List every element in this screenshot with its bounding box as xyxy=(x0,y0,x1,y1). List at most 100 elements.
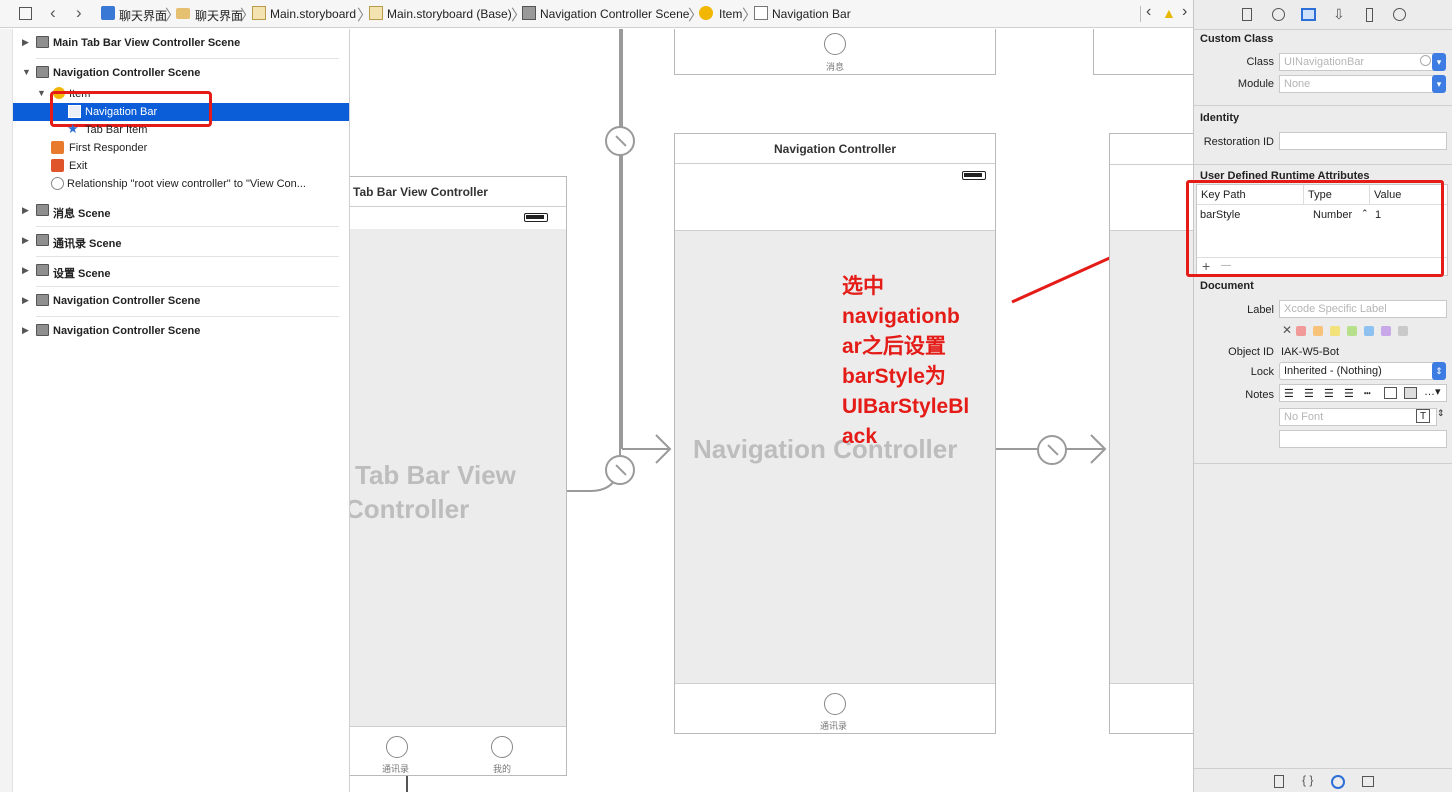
segue-icon[interactable] xyxy=(605,126,635,156)
connections-inspector-icon[interactable] xyxy=(1393,8,1406,21)
disclosure-right-icon[interactable]: ▶ xyxy=(22,325,29,336)
restoration-id-field[interactable] xyxy=(1279,132,1447,150)
align-right-icon[interactable]: ☰ xyxy=(1324,387,1334,400)
scene-watermark: Tab Bar View xyxy=(355,460,516,490)
identity-inspector-icon[interactable] xyxy=(1301,8,1316,21)
media-library-icon[interactable] xyxy=(1362,776,1374,787)
size-inspector-icon[interactable] xyxy=(1366,8,1373,22)
outline-row-nav-controller-scene[interactable]: ▼ Navigation Controller Scene xyxy=(13,64,349,82)
breadcrumb-storyboard-base[interactable]: Main.storyboard (Base) xyxy=(387,7,512,21)
annotation-line: barStyle为 xyxy=(842,365,946,388)
file-inspector-icon[interactable] xyxy=(1242,8,1252,21)
breadcrumb-scene[interactable]: Navigation Controller Scene xyxy=(540,7,689,21)
outline-label: Main Tab Bar View Controller Scene xyxy=(53,37,241,49)
chevron-right-icon[interactable]: › xyxy=(1182,3,1187,21)
partial-scene-right[interactable] xyxy=(1109,133,1193,734)
disclosure-right-icon[interactable]: ▶ xyxy=(22,295,29,306)
arrow-circle-icon[interactable] xyxy=(1420,55,1431,66)
outline-row-nav-controller-scene-2[interactable]: ▶ Navigation Controller Scene xyxy=(13,292,349,310)
back-icon[interactable]: ‹ xyxy=(50,3,56,23)
color-swatch-yellow[interactable] xyxy=(1330,326,1340,336)
disclosure-right-icon[interactable]: ▶ xyxy=(22,235,29,246)
project-icon xyxy=(101,6,115,20)
notes-text-area[interactable] xyxy=(1279,430,1447,448)
folder-icon xyxy=(176,8,190,19)
forward-icon[interactable]: › xyxy=(76,3,82,23)
file-template-icon[interactable] xyxy=(1274,775,1284,788)
class-field[interactable]: UINavigationBar xyxy=(1279,53,1437,71)
object-library-icon[interactable] xyxy=(1331,775,1345,789)
chevron-down-icon[interactable]: ▾ xyxy=(1432,75,1446,93)
font-icon[interactable]: T xyxy=(1416,409,1430,423)
notes-toolbar: ☰ ☰ ☰ ☰ ┅ …▾ xyxy=(1279,384,1447,402)
storyboard-canvas[interactable]: 消息 Tab Bar View Controller Tab Bar View … xyxy=(350,29,1193,792)
navigation-controller-scene[interactable]: Navigation Controller Navigation Control… xyxy=(674,133,996,734)
align-left-icon[interactable]: ☰ xyxy=(1284,387,1294,400)
justify-icon[interactable]: ☰ xyxy=(1344,387,1354,400)
segue-icon[interactable] xyxy=(605,455,635,485)
natural-align-icon[interactable]: ┅ xyxy=(1364,387,1371,400)
disclosure-right-icon[interactable]: ▶ xyxy=(22,37,29,48)
divider xyxy=(675,683,995,684)
breadcrumb-item[interactable]: Item xyxy=(719,7,742,21)
disclosure-down-icon[interactable]: ▼ xyxy=(22,67,31,77)
storyboard-file-icon xyxy=(252,6,266,20)
outline-row-settings-scene[interactable]: ▶ 设置 Scene xyxy=(13,262,349,280)
breadcrumb-storyboard[interactable]: Main.storyboard xyxy=(270,7,356,21)
tab-label: 我的 xyxy=(493,764,512,774)
outline-row-messages-scene[interactable]: ▶ 消息 Scene xyxy=(13,202,349,220)
annotation-line: UIBarStyleBl xyxy=(842,395,970,418)
tab-label: 通讯录 xyxy=(382,764,410,774)
breadcrumb-navigation-bar[interactable]: Navigation Bar xyxy=(772,7,851,21)
module-field[interactable]: None xyxy=(1279,75,1437,93)
document-outline: ▶ Main Tab Bar View Controller Scene ▼ N… xyxy=(0,29,350,792)
color-swatch-gray[interactable] xyxy=(1398,326,1408,336)
scene-icon xyxy=(36,234,49,246)
code-snippet-icon[interactable]: { } xyxy=(1302,773,1313,787)
outline-row-first-responder[interactable]: First Responder xyxy=(13,139,349,157)
chevron-left-icon[interactable]: ‹ xyxy=(1146,3,1151,21)
outline-row-relationship[interactable]: Relationship "root view controller" to "… xyxy=(13,175,349,193)
more-icon[interactable]: …▾ xyxy=(1424,385,1441,398)
disclosure-right-icon[interactable]: ▶ xyxy=(22,265,29,276)
outline-row-contacts-scene[interactable]: ▶ 通讯录 Scene xyxy=(13,232,349,250)
section-title: Document xyxy=(1200,280,1254,292)
outline-row-nav-controller-scene-3[interactable]: ▶ Navigation Controller Scene xyxy=(13,322,349,340)
warning-icon[interactable]: ▲ xyxy=(1162,5,1176,21)
attributes-inspector-icon[interactable]: ⇩ xyxy=(1333,6,1345,23)
stepper-icon[interactable]: ⇕ xyxy=(1437,408,1445,419)
partial-scene[interactable] xyxy=(1093,29,1193,75)
chevron-down-icon[interactable]: ▾ xyxy=(1432,53,1446,71)
outline-row-main-tab-bar-scene[interactable]: ▶ Main Tab Bar View Controller Scene xyxy=(13,34,349,52)
color-swatch-purple[interactable] xyxy=(1381,326,1391,336)
font-field[interactable]: No Font xyxy=(1279,408,1437,426)
breadcrumb-folder[interactable]: 聊天界面 xyxy=(195,7,243,24)
align-center-icon[interactable]: ☰ xyxy=(1304,387,1314,400)
segue-icon[interactable] xyxy=(1037,435,1067,465)
outline-label: Exit xyxy=(69,160,88,172)
color-swatch-red[interactable] xyxy=(1296,326,1306,336)
divider xyxy=(1194,463,1452,464)
scene-icon xyxy=(36,66,49,78)
close-icon[interactable]: ✕ xyxy=(1282,323,1292,337)
color-swatch-blue[interactable] xyxy=(1364,326,1374,336)
xcode-label-field[interactable]: Xcode Specific Label xyxy=(1279,300,1447,318)
color-swatch-orange[interactable] xyxy=(1313,326,1323,336)
divider xyxy=(36,256,339,257)
tab-bar-controller-scene[interactable]: Tab Bar View Controller Tab Bar View Con… xyxy=(350,176,567,776)
chevron-updown-icon[interactable]: ⇕ xyxy=(1432,362,1446,380)
outline-row-exit[interactable]: Exit xyxy=(13,157,349,175)
help-icon[interactable] xyxy=(1272,8,1285,21)
no-color-icon[interactable] xyxy=(1384,387,1397,399)
lock-select[interactable]: Inherited - (Nothing) xyxy=(1279,362,1437,380)
grid-icon[interactable] xyxy=(19,7,32,20)
outline-row-tab-bar-item[interactable]: ★ Tab Bar Item xyxy=(13,121,349,139)
disclosure-right-icon[interactable]: ▶ xyxy=(22,205,29,216)
color-swatch-green[interactable] xyxy=(1347,326,1357,336)
breadcrumb-project[interactable]: 聊天界面 xyxy=(119,7,167,24)
annotation-line: ar之后设置 xyxy=(842,335,946,358)
color-picker-icon[interactable] xyxy=(1404,387,1417,399)
messages-scene-bottom[interactable]: 消息 xyxy=(674,29,996,75)
disclosure-down-icon[interactable]: ▼ xyxy=(37,88,46,98)
outline-label: 通讯录 Scene xyxy=(53,238,122,250)
